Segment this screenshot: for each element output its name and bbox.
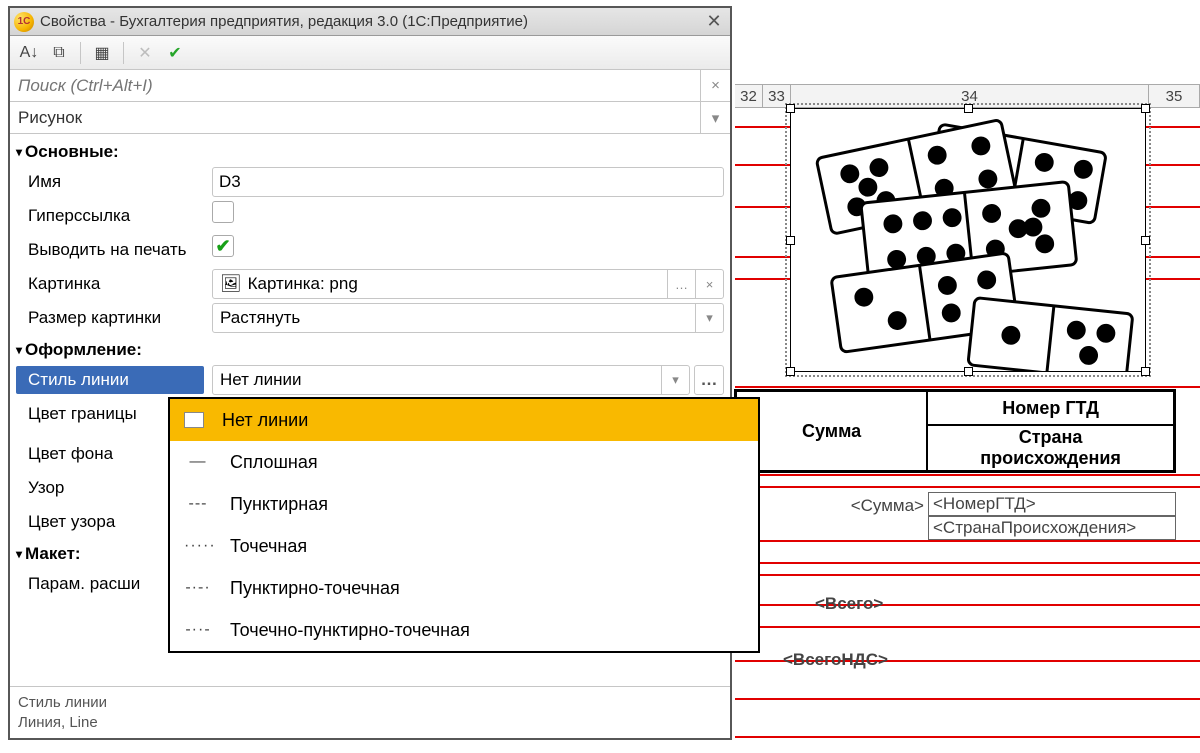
colhdr-35[interactable]: 35 [1149,85,1200,107]
line-dashdotdot-icon: -··- [184,621,212,639]
hdr-sum: Сумма [736,391,927,471]
app-icon: 1C [14,12,34,32]
picsize-dropdown-button[interactable]: ▾ [695,304,723,332]
line-dotted-icon: ····· [184,537,212,555]
picture-object[interactable] [790,108,1146,372]
dd-option-dotted[interactable]: ····· Точечная [170,525,758,567]
dd-option-dashdotdot[interactable]: -··- Точечно-пунктирно-точечная [170,609,758,651]
ph-sum: <Сумма> [838,496,924,516]
line-none-icon [184,412,204,428]
type-select-row: Рисунок ▾ [10,102,730,134]
titlebar-title: Свойства - Бухгалтерия предприятия, реда… [40,13,696,30]
linestyle-dropdown: Нет линии — Сплошная --- Пунктирная ····… [168,397,760,653]
line-dashed-icon: --- [184,495,212,513]
ph-gtd: <НомерГТД> [928,492,1176,516]
colhdr-34[interactable]: 34 [791,85,1149,107]
clear-search-button[interactable]: × [700,70,730,101]
section-appearance[interactable]: ▾ Оформление: [16,335,724,363]
section-main[interactable]: ▾ Основные: [16,137,724,165]
toolbar: A↓ ⧉ ▦ ✕ ✔ [10,36,730,70]
categories-button[interactable]: ⧉ [46,40,72,66]
linestyle-combo[interactable]: Нет линии ▾ [212,365,690,395]
line-dashdot-icon: -·-· [184,579,212,597]
hdr-gtd: Номер ГТД [927,391,1174,425]
label-print: Выводить на печать [16,240,204,260]
colhdr-33[interactable]: 33 [763,85,791,107]
colhdr-32[interactable]: 32 [735,85,763,107]
type-select-dropdown-button[interactable]: ▾ [700,102,730,133]
search-row: × [10,70,730,102]
search-input[interactable] [10,70,700,101]
label-hyperlink: Гиперссылка [16,206,204,226]
dd-option-dashed[interactable]: --- Пунктирная [170,483,758,525]
close-button[interactable]: ✕ [702,11,726,33]
picture-more-button[interactable]: … [667,270,695,298]
filter-button[interactable]: ▦ [89,40,115,66]
dd-option-solid[interactable]: — Сплошная [170,441,758,483]
ph-country: <СтранаПроисхождения> [928,516,1176,540]
column-headers: 32 33 34 35 [735,84,1200,108]
label-picture: Картинка [16,274,204,294]
sort-az-button[interactable]: A↓ [16,40,42,66]
hdr-country: Страна происхождения [927,425,1174,471]
footer-hint: Стиль линии Линия, Line [10,686,730,738]
cancel-button: ✕ [132,40,158,66]
caret-down-icon: ▾ [16,343,22,357]
apply-button[interactable]: ✔ [162,40,188,66]
line-solid-icon: — [184,453,212,471]
titlebar[interactable]: 1C Свойства - Бухгалтерия предприятия, р… [10,8,730,36]
type-select[interactable]: Рисунок [10,102,700,133]
ph-vat: <ВсегоНДС> [783,650,888,670]
linestyle-dropdown-button[interactable]: ▾ [661,366,689,394]
label-picsize: Размер картинки [16,308,204,328]
checkbox-print[interactable]: ✔ [212,235,234,257]
caret-down-icon: ▾ [16,145,22,159]
section-lines [735,108,1200,753]
domino-image [791,109,1145,371]
report-header-table: Сумма Номер ГТД Страна происхождения [734,389,1176,473]
picture-thumb-icon: 🖼 [220,274,242,294]
dd-option-dashdot[interactable]: -·-· Пунктирно-точечная [170,567,758,609]
dd-option-none[interactable]: Нет линии [170,399,758,441]
checkbox-hyperlink[interactable] [212,201,234,223]
picture-clear-button[interactable]: × [695,270,723,298]
picsize-combo[interactable]: Растянуть ▾ [212,303,724,333]
label-name: Имя [16,172,204,192]
linestyle-more-button[interactable]: … [694,365,724,395]
ph-total: <Всего> [815,594,883,614]
picture-field[interactable]: 🖼 Картинка: png … × [212,269,724,299]
input-name[interactable]: D3 [212,167,724,197]
label-linestyle[interactable]: Стиль линии [16,366,204,394]
caret-down-icon: ▾ [16,547,22,561]
